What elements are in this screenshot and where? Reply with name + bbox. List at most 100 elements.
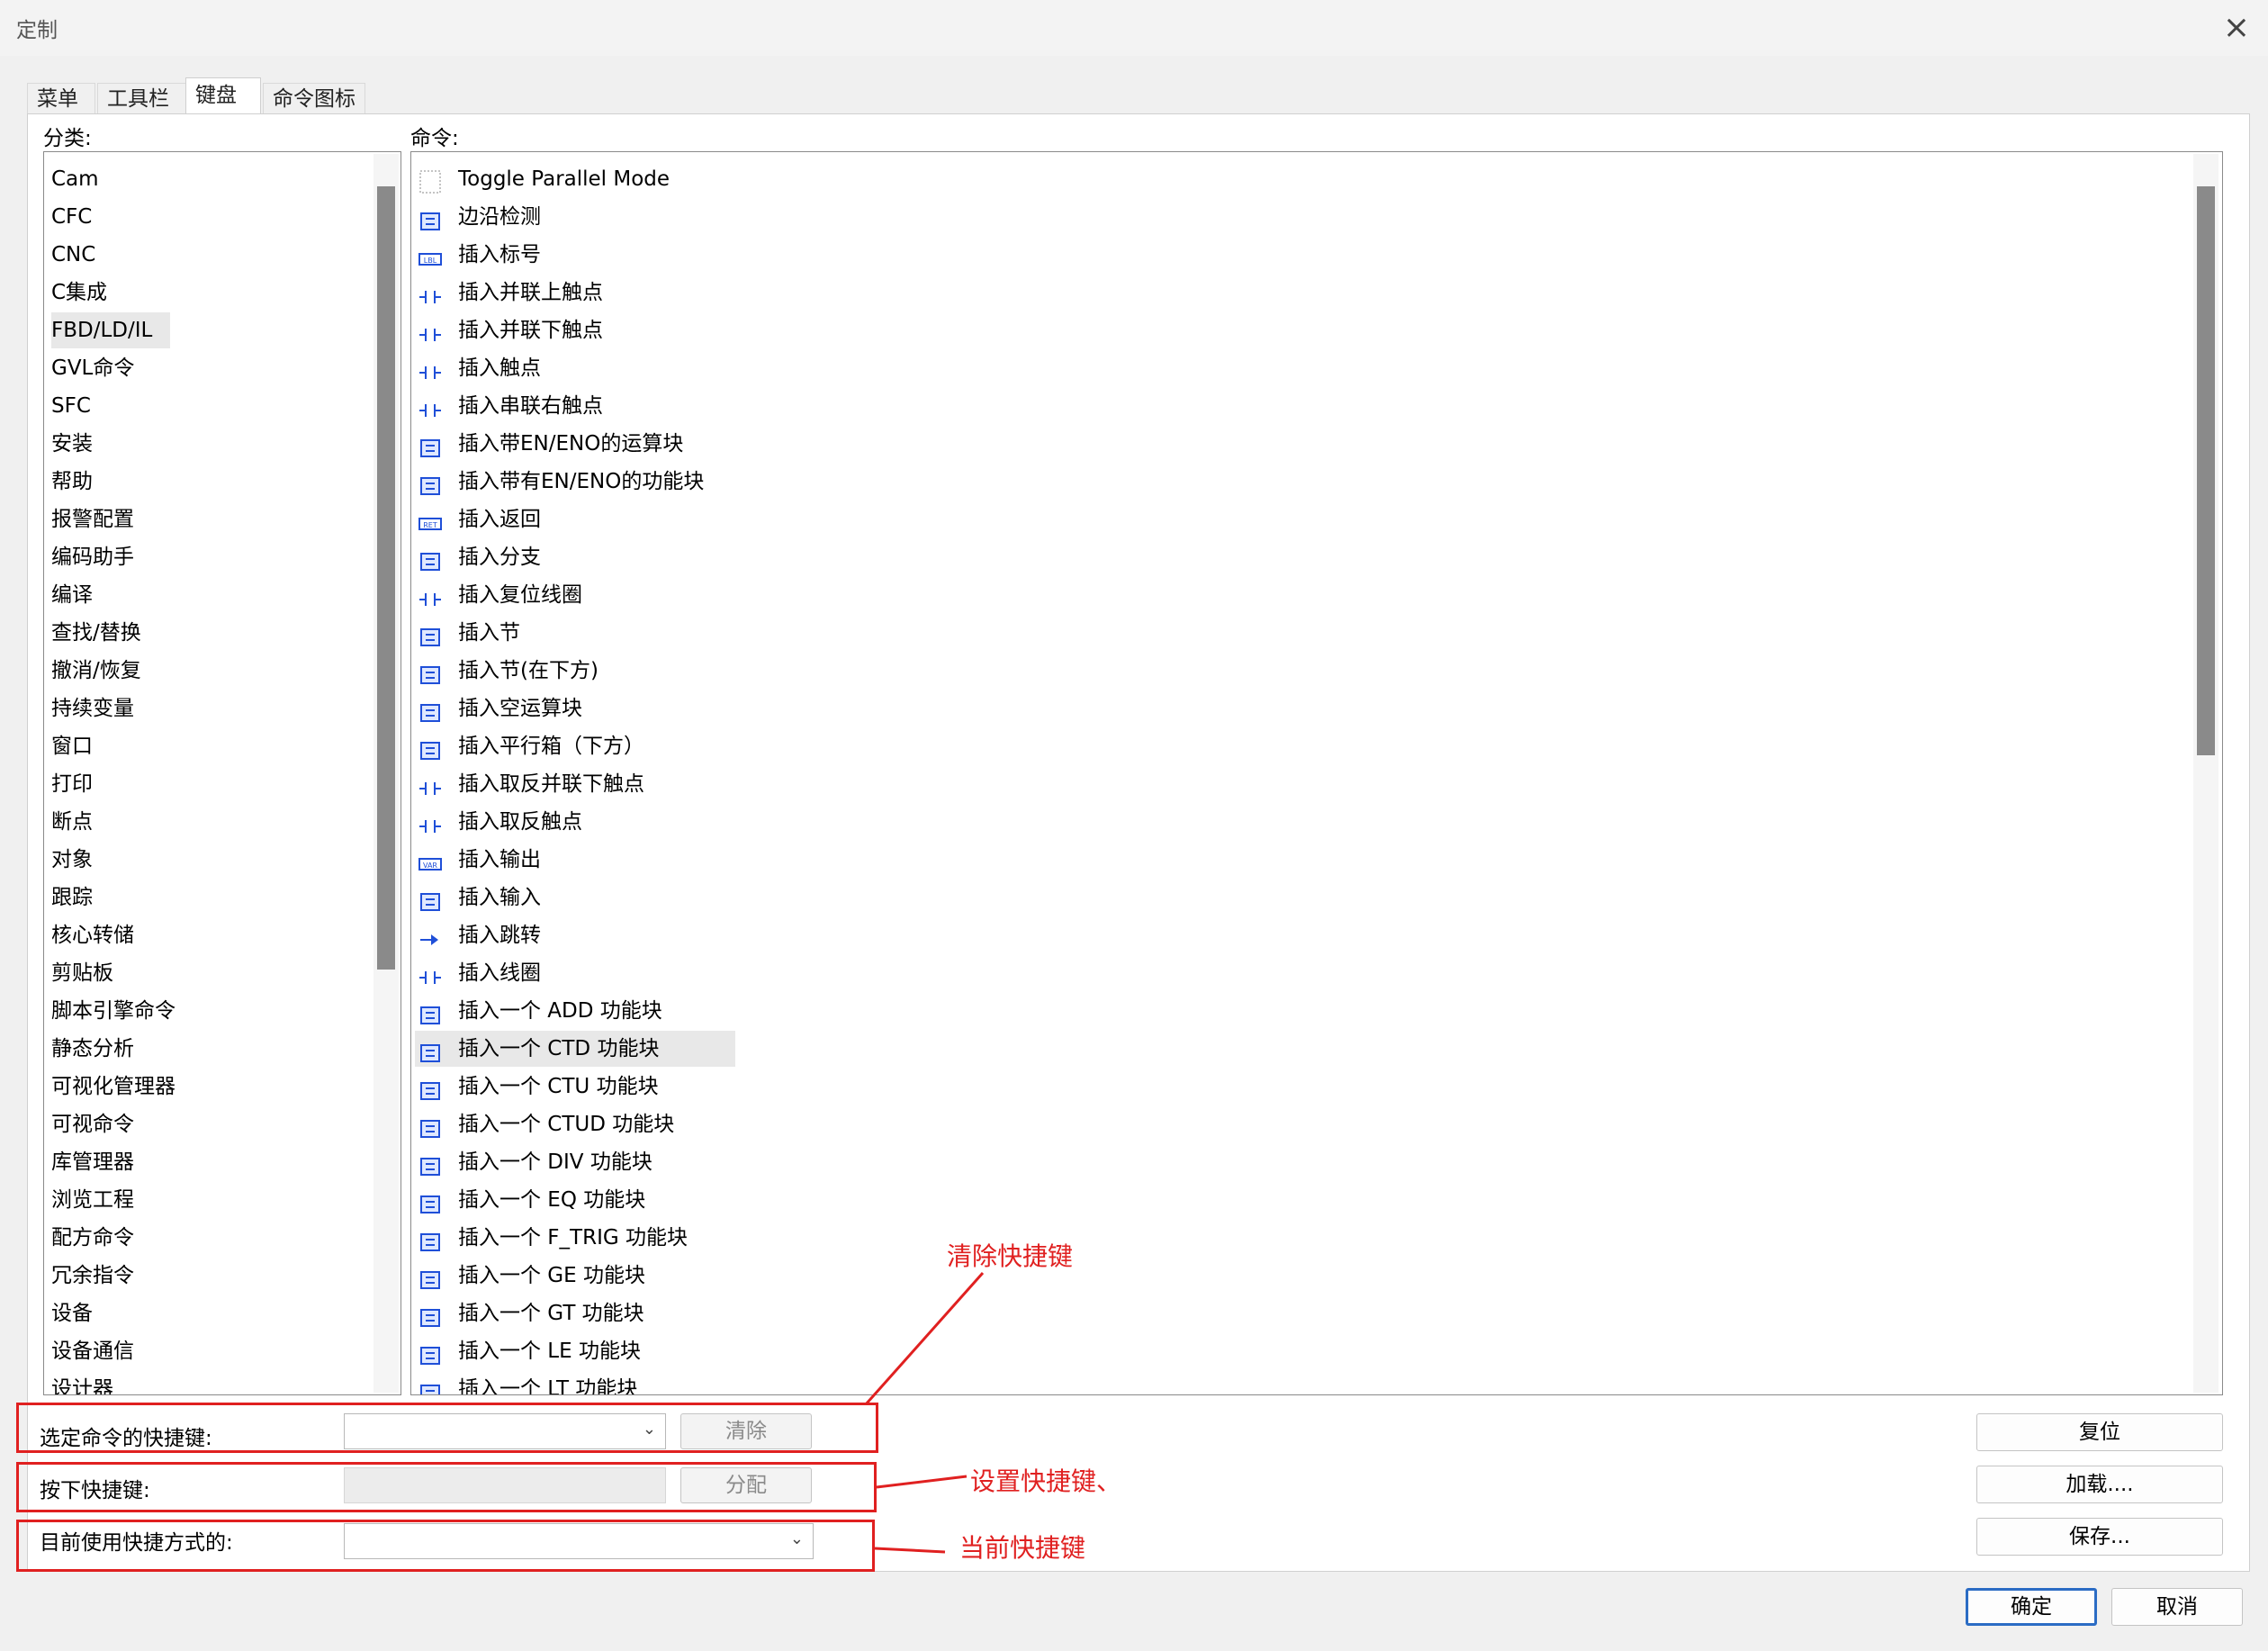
category-item[interactable]: 打印 bbox=[51, 766, 93, 802]
category-item[interactable]: CFC bbox=[51, 199, 92, 235]
category-item[interactable]: C集成 bbox=[51, 275, 107, 311]
category-item[interactable]: 窗口 bbox=[51, 728, 93, 764]
category-item[interactable]: SFC bbox=[51, 388, 91, 424]
category-item[interactable]: 设计器 bbox=[51, 1371, 113, 1394]
category-item[interactable]: 冗余指令 bbox=[51, 1258, 134, 1294]
command-item[interactable]: 插入一个 LT 功能块 bbox=[415, 1371, 637, 1394]
save-button[interactable]: 保存... bbox=[1976, 1518, 2223, 1556]
ctud-block-icon bbox=[418, 1114, 442, 1138]
category-item[interactable]: 持续变量 bbox=[51, 690, 134, 726]
command-label: 插入取反触点 bbox=[458, 810, 582, 834]
jump-icon bbox=[418, 925, 442, 945]
category-item[interactable]: 撤消/恢复 bbox=[51, 653, 141, 689]
contact-icon bbox=[418, 358, 442, 379]
command-scroll-thumb[interactable] bbox=[2197, 186, 2215, 755]
command-item[interactable]: 插入一个 LE 功能块 bbox=[415, 1333, 641, 1369]
command-item[interactable]: 插入输入 bbox=[415, 880, 541, 916]
ftrig-block-icon bbox=[418, 1228, 442, 1251]
category-item[interactable]: 查找/替换 bbox=[51, 615, 141, 651]
command-item[interactable]: 插入跳转 bbox=[415, 917, 541, 953]
cancel-button[interactable]: 取消 bbox=[2111, 1588, 2243, 1626]
tab-toolbar[interactable]: 工具栏 bbox=[97, 83, 191, 113]
command-item[interactable]: VAR 插入输出 bbox=[415, 842, 541, 878]
window-title: 定制 bbox=[16, 19, 58, 42]
command-item[interactable]: 插入带EN/ENO的运算块 bbox=[415, 426, 683, 462]
annotation-set-text: 设置快捷键、 bbox=[970, 1466, 1122, 1496]
command-item[interactable]: Toggle Parallel Mode bbox=[415, 161, 670, 197]
command-item[interactable]: 插入一个 DIV 功能块 bbox=[415, 1144, 652, 1180]
command-item[interactable]: 插入平行箱（下方） bbox=[415, 728, 644, 764]
command-scrollbar[interactable] bbox=[2193, 154, 2218, 1393]
category-item[interactable]: 编码助手 bbox=[51, 539, 134, 575]
tab-menu[interactable]: 菜单 bbox=[27, 83, 95, 113]
category-item[interactable]: 配方命令 bbox=[51, 1220, 134, 1256]
category-item[interactable]: 断点 bbox=[51, 804, 93, 840]
command-item[interactable]: 插入一个 CTD 功能块 bbox=[415, 1031, 735, 1067]
parallel-box-icon bbox=[418, 736, 442, 760]
command-item[interactable]: LBL 插入标号 bbox=[415, 237, 541, 273]
command-item[interactable]: 边沿检测 bbox=[415, 199, 541, 235]
command-list[interactable]: Toggle Parallel Mode 边沿检测 LBL 插入标号 插入并联上触点 插入… bbox=[410, 151, 2223, 1395]
annotation-box-set bbox=[16, 1462, 877, 1512]
command-label: 插入一个 EQ 功能块 bbox=[458, 1188, 646, 1212]
parallel-contact-below-icon bbox=[418, 320, 442, 341]
command-item[interactable]: 插入并联上触点 bbox=[415, 275, 603, 311]
command-item[interactable]: 插入触点 bbox=[415, 350, 541, 386]
command-item[interactable]: 插入一个 CTU 功能块 bbox=[415, 1069, 659, 1105]
command-label: Toggle Parallel Mode bbox=[458, 167, 670, 191]
category-item[interactable]: 库管理器 bbox=[51, 1144, 134, 1180]
category-item[interactable]: 编译 bbox=[51, 577, 93, 613]
category-item[interactable]: 帮助 bbox=[51, 464, 93, 500]
command-item[interactable]: 插入分支 bbox=[415, 539, 541, 575]
command-label: 插入一个 DIV 功能块 bbox=[458, 1150, 652, 1174]
command-item[interactable]: RET 插入返回 bbox=[415, 501, 541, 537]
category-item[interactable]: 报警配置 bbox=[51, 501, 134, 537]
command-item[interactable]: 插入取反触点 bbox=[415, 804, 582, 840]
category-item[interactable]: 核心转储 bbox=[51, 917, 134, 953]
ok-button[interactable]: 确定 bbox=[1966, 1588, 2097, 1626]
category-item[interactable]: Cam bbox=[51, 161, 99, 197]
category-item[interactable]: 剪贴板 bbox=[51, 955, 113, 991]
category-scroll-thumb[interactable] bbox=[377, 186, 395, 970]
command-item[interactable]: 插入节(在下方) bbox=[415, 653, 598, 689]
category-item[interactable]: GVL命令 bbox=[51, 350, 134, 386]
command-item[interactable]: 插入节 bbox=[415, 615, 520, 651]
category-item[interactable]: 安装 bbox=[51, 426, 93, 462]
category-item[interactable]: 脚本引擎命令 bbox=[51, 993, 176, 1029]
category-item[interactable]: 设备通信 bbox=[51, 1333, 134, 1369]
category-item[interactable]: 可视命令 bbox=[51, 1106, 134, 1142]
command-item[interactable]: 插入并联下触点 bbox=[415, 312, 603, 348]
close-icon[interactable]: × bbox=[2214, 5, 2259, 50]
reset-button[interactable]: 复位 bbox=[1976, 1413, 2223, 1451]
tab-command-icons[interactable]: 命令图标 bbox=[263, 83, 365, 113]
annotation-current-text: 当前快捷键 bbox=[959, 1533, 1086, 1563]
category-item[interactable]: 跟踪 bbox=[51, 880, 93, 916]
command-item[interactable]: 插入空运算块 bbox=[415, 690, 582, 726]
command-item[interactable]: 插入线圈 bbox=[415, 955, 541, 991]
command-item[interactable]: 插入一个 GT 功能块 bbox=[415, 1295, 644, 1331]
category-item[interactable]: 对象 bbox=[51, 842, 93, 878]
command-item[interactable]: 插入复位线圈 bbox=[415, 577, 582, 613]
command-item[interactable]: 插入一个 EQ 功能块 bbox=[415, 1182, 645, 1218]
category-item[interactable]: 设备 bbox=[51, 1295, 93, 1331]
category-list[interactable]: Cam CFC CNC C集成 FBD/LD/IL GVL命令 SFC 安装 帮助 报警配置 编码助… bbox=[43, 151, 401, 1395]
command-item[interactable]: 插入一个 GE 功能块 bbox=[415, 1258, 645, 1294]
category-item[interactable]: FBD/LD/IL bbox=[51, 312, 171, 348]
command-item[interactable]: 插入串联右触点 bbox=[415, 388, 603, 424]
parallel-contact-above-icon bbox=[418, 283, 442, 303]
command-label: 插入带有EN/ENO的功能块 bbox=[458, 470, 705, 493]
category-item[interactable]: 可视化管理器 bbox=[51, 1069, 176, 1105]
command-item[interactable]: 插入带有EN/ENO的功能块 bbox=[415, 464, 704, 500]
category-item[interactable]: 浏览工程 bbox=[51, 1182, 134, 1218]
category-item[interactable]: 静态分析 bbox=[51, 1031, 134, 1067]
output-var-icon: VAR bbox=[418, 850, 442, 871]
command-item[interactable]: 插入取反并联下触点 bbox=[415, 766, 644, 802]
command-item[interactable]: 插入一个 F_TRIG 功能块 bbox=[415, 1220, 688, 1256]
category-item[interactable]: CNC bbox=[51, 237, 95, 273]
category-scrollbar[interactable] bbox=[374, 154, 399, 1393]
command-item[interactable]: 插入一个 ADD 功能块 bbox=[415, 993, 662, 1029]
command-label: 插入平行箱（下方） bbox=[458, 735, 644, 758]
tab-keyboard[interactable]: 键盘 bbox=[185, 77, 261, 115]
load-button[interactable]: 加载.... bbox=[1976, 1466, 2223, 1503]
command-item[interactable]: 插入一个 CTUD 功能块 bbox=[415, 1106, 674, 1142]
